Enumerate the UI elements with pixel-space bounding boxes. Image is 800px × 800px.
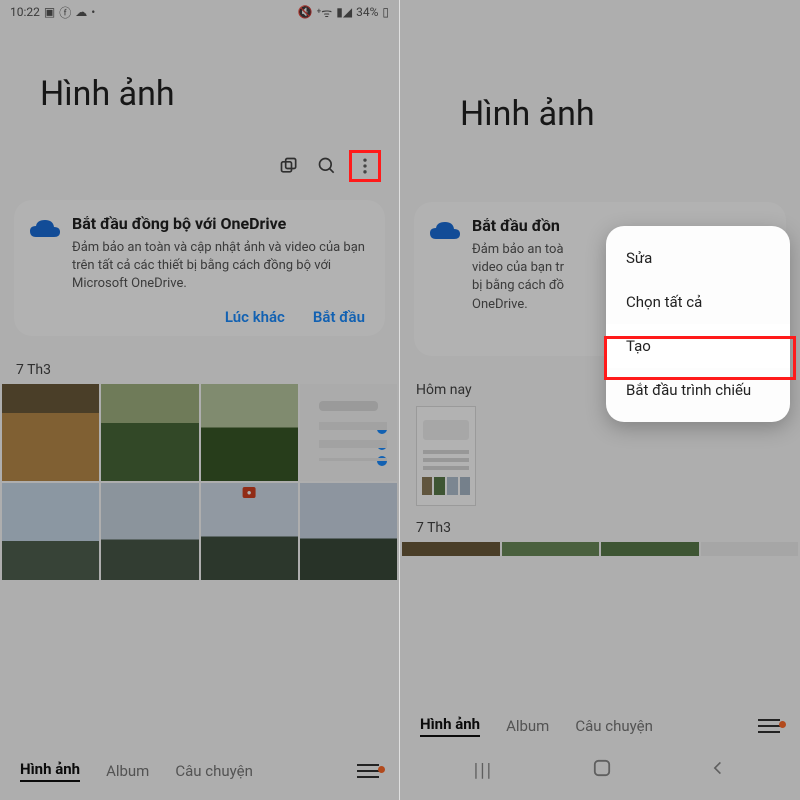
photo-thumbnail[interactable] (601, 542, 699, 556)
photo-thumbnail[interactable] (300, 384, 397, 481)
tab-stories[interactable]: Câu chuyện (575, 717, 653, 735)
photo-thumbnail[interactable]: ● (201, 483, 298, 580)
onedrive-start-button[interactable]: Bắt đầu (313, 308, 365, 326)
onedrive-card: Bắt đầu đồng bộ với OneDrive Đảm bảo an … (14, 200, 385, 336)
notification-dot-icon (378, 766, 385, 773)
toolbar (0, 144, 399, 192)
header: Hình ảnh (400, 44, 800, 194)
tab-stories[interactable]: Câu chuyện (175, 762, 253, 780)
menu-item-edit[interactable]: Sửa (606, 236, 790, 280)
status-bar: 10:22 ▣ ⓕ ☁ • 🔇 ⁺ᯤ ▮◢ 34% ▯ (0, 0, 399, 24)
date-section-label: 7 Th3 (400, 508, 800, 542)
signal-icon: ▮◢ (336, 5, 352, 19)
photo-thumbnail[interactable] (416, 406, 476, 506)
tab-album[interactable]: Album (506, 717, 549, 735)
home-button[interactable] (593, 759, 611, 782)
photo-thumbnail[interactable] (300, 483, 397, 580)
tab-photos[interactable]: Hình ảnh (20, 760, 80, 782)
battery-text: 34% (356, 5, 378, 19)
system-nav-bar: ||| (400, 745, 800, 800)
photo-thumbnail[interactable] (701, 542, 799, 556)
onedrive-cloud-icon (428, 219, 462, 247)
photo-thumbnail[interactable] (101, 384, 198, 481)
photo-thumbnail[interactable] (201, 384, 298, 481)
battery-icon: ▯ (382, 5, 389, 19)
hamburger-menu-button[interactable] (357, 770, 379, 772)
onedrive-later-button[interactable]: Lúc khác (225, 308, 285, 326)
menu-item-slideshow[interactable]: Bắt đầu trình chiếu (606, 368, 790, 412)
bottom-tabs: Hình ảnh Album Câu chuyện (400, 701, 800, 745)
search-icon[interactable] (311, 150, 343, 182)
mute-icon: 🔇 (298, 5, 313, 19)
cloud-icon: ☁ (75, 5, 87, 19)
status-dot-icon: • (91, 5, 95, 19)
recent-apps-button[interactable]: ||| (474, 760, 493, 781)
photo-thumbnail[interactable] (502, 542, 600, 556)
hamburger-menu-button[interactable] (758, 725, 780, 727)
status-time: 10:22 (10, 5, 40, 19)
photo-thumbnail[interactable] (402, 542, 500, 556)
page-title: Hình ảnh (40, 74, 379, 114)
photo-thumbnail[interactable] (2, 384, 99, 481)
onedrive-card-desc: Đảm bảo an toàn và cập nhật ảnh và video… (72, 239, 365, 294)
image-icon: ▣ (44, 5, 55, 19)
menu-item-select-all[interactable]: Chọn tất cả (606, 280, 790, 324)
date-section-label: 7 Th3 (0, 344, 399, 384)
header: Hình ảnh (0, 24, 399, 144)
photo-thumbnail[interactable] (101, 483, 198, 580)
tab-album[interactable]: Album (106, 762, 149, 780)
onedrive-card-title: Bắt đầu đồng bộ với OneDrive (72, 214, 365, 233)
facebook-icon: ⓕ (59, 4, 71, 21)
photo-grid (400, 542, 800, 556)
onedrive-cloud-icon (28, 217, 62, 245)
overflow-menu-icon[interactable] (349, 150, 381, 182)
photo-thumbnail[interactable] (2, 483, 99, 580)
bottom-tabs: Hình ảnh Album Câu chuyện (0, 746, 399, 800)
notification-dot-icon (779, 721, 786, 728)
copy-icon[interactable] (273, 150, 305, 182)
page-title: Hình ảnh (460, 94, 780, 134)
photo-grid: ● (0, 384, 399, 581)
wifi-off-icon: ⁺ᯤ (316, 4, 332, 21)
back-button[interactable] (710, 760, 726, 781)
tab-photos[interactable]: Hình ảnh (420, 715, 480, 737)
overflow-dropdown-menu: Sửa Chọn tất cả Tạo Bắt đầu trình chiếu (606, 226, 790, 422)
menu-item-create[interactable]: Tạo (606, 324, 790, 368)
